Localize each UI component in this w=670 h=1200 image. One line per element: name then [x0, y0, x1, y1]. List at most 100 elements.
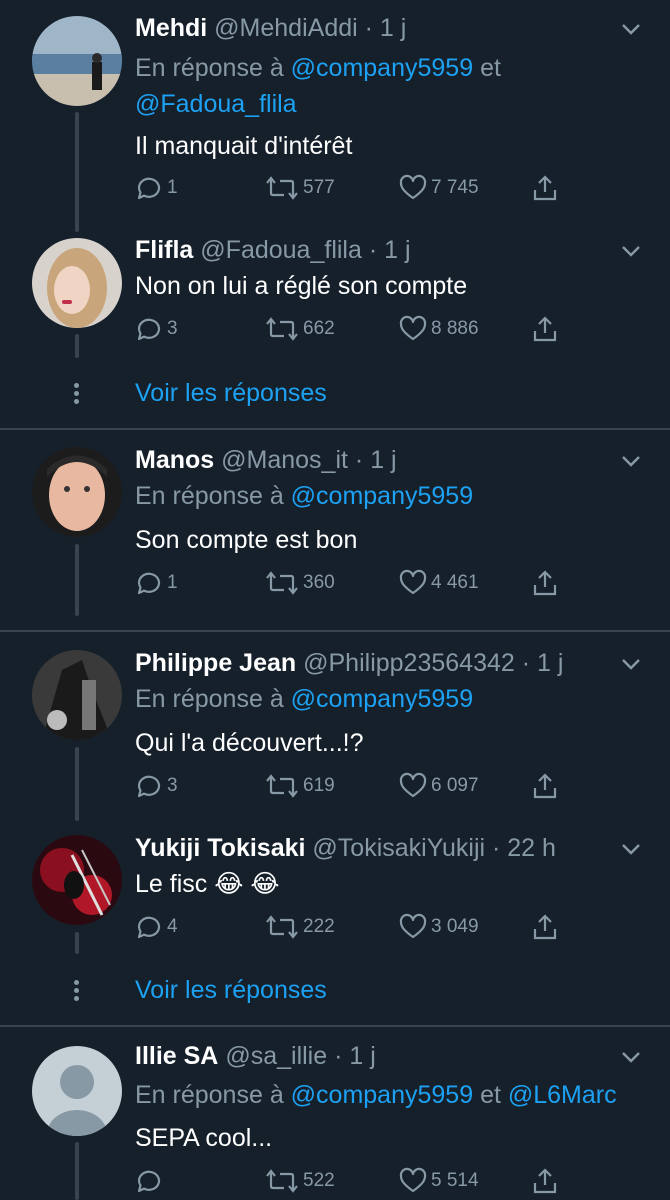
- display-name[interactable]: Manos: [135, 446, 214, 474]
- thread-line: [75, 334, 79, 358]
- chevron-down-icon[interactable]: [620, 18, 642, 40]
- reply-and: et: [480, 1081, 501, 1109]
- username[interactable]: @Manos_it: [221, 446, 348, 474]
- display-name[interactable]: Philippe Jean: [135, 649, 296, 677]
- mention-link[interactable]: @company5959: [291, 685, 473, 713]
- reply-button[interactable]: 1: [135, 173, 178, 203]
- share-button[interactable]: [531, 912, 559, 942]
- reply-prefix: En réponse à: [135, 54, 284, 82]
- retweet-button[interactable]: 522: [265, 1166, 335, 1196]
- tweet-actions: 1 577 7 745: [135, 173, 585, 203]
- like-button[interactable]: 7 745: [399, 173, 479, 203]
- like-icon: [399, 174, 427, 200]
- retweet-count: 222: [303, 916, 335, 937]
- like-button[interactable]: 5 514: [399, 1166, 479, 1196]
- avatar[interactable]: [32, 238, 122, 328]
- retweet-button[interactable]: 662: [265, 314, 335, 344]
- reply-icon: [137, 1170, 161, 1193]
- retweet-count: 522: [303, 1170, 335, 1191]
- like-count: 5 514: [431, 1170, 479, 1191]
- chevron-down-icon[interactable]: [620, 653, 642, 675]
- chevron-down-icon[interactable]: [620, 450, 642, 472]
- divider: [0, 1025, 670, 1027]
- username[interactable]: @TokisakiYukiji: [312, 834, 485, 862]
- share-button[interactable]: [531, 1166, 559, 1196]
- tweet-text: SEPA cool...: [135, 1124, 273, 1152]
- username[interactable]: @sa_illie: [225, 1042, 327, 1070]
- reply-icon: [137, 775, 161, 798]
- username[interactable]: @Fadoua_flila: [200, 236, 362, 264]
- see-replies-link[interactable]: Voir les réponses: [135, 972, 327, 1008]
- tweet-header: Yukiji Tokisaki @TokisakiYukiji · 22 h: [135, 834, 556, 862]
- tweet-header: Mehdi @MehdiAddi · 1 j: [135, 14, 407, 42]
- like-button[interactable]: 6 097: [399, 771, 479, 801]
- like-count: 7 745: [431, 177, 479, 198]
- username[interactable]: @Philipp23564342: [303, 649, 515, 677]
- mention-link[interactable]: @company5959: [291, 54, 473, 82]
- share-button[interactable]: [531, 173, 559, 203]
- reply-button[interactable]: 1: [135, 568, 178, 598]
- mention-link[interactable]: @company5959: [291, 482, 473, 510]
- chevron-down-icon[interactable]: [620, 1046, 642, 1068]
- timestamp[interactable]: 1 j: [384, 236, 410, 264]
- avatar[interactable]: [32, 447, 122, 537]
- like-count: 4 461: [431, 572, 479, 593]
- share-icon: [533, 914, 557, 940]
- tweet-actions: 4 222 3 049: [135, 912, 585, 942]
- like-button[interactable]: 8 886: [399, 314, 479, 344]
- username[interactable]: @MehdiAddi: [214, 14, 358, 42]
- tweet-actions: 3 662 8 886: [135, 314, 585, 344]
- display-name[interactable]: Flifla: [135, 236, 193, 264]
- timestamp[interactable]: 1 j: [380, 14, 406, 42]
- mention-link[interactable]: @Fadoua_flila: [135, 90, 297, 118]
- timestamp[interactable]: 1 j: [370, 446, 396, 474]
- reply-button[interactable]: 3: [135, 771, 178, 801]
- avatar[interactable]: [32, 835, 122, 925]
- retweet-count: 360: [303, 572, 335, 593]
- timestamp[interactable]: 1 j: [349, 1042, 375, 1070]
- reply-button[interactable]: 4: [135, 912, 178, 942]
- like-count: 8 886: [431, 318, 479, 339]
- display-name[interactable]: Yukiji Tokisaki: [135, 834, 305, 862]
- thread-line: [75, 112, 79, 232]
- reply-button[interactable]: [135, 1166, 167, 1196]
- chevron-down-icon[interactable]: [620, 240, 642, 262]
- reply-and: et: [480, 54, 501, 82]
- retweet-icon: [265, 915, 299, 939]
- retweet-icon: [265, 571, 299, 595]
- like-icon: [399, 772, 427, 798]
- display-name[interactable]: Illie SA: [135, 1042, 218, 1070]
- tweet-text: Non on lui a réglé son compte: [135, 272, 468, 300]
- retweet-button[interactable]: 222: [265, 912, 335, 942]
- avatar[interactable]: [32, 650, 122, 740]
- mention-link[interactable]: @L6Marc: [508, 1081, 617, 1109]
- like-icon: [399, 1167, 427, 1193]
- retweet-icon: [265, 317, 299, 341]
- display-name[interactable]: Mehdi: [135, 14, 207, 42]
- retweet-button[interactable]: 619: [265, 771, 335, 801]
- tweet-header: Manos @Manos_it · 1 j: [135, 446, 397, 474]
- retweet-icon: [265, 774, 299, 798]
- share-button[interactable]: [531, 568, 559, 598]
- avatar[interactable]: [32, 1046, 122, 1136]
- chevron-down-icon[interactable]: [620, 838, 642, 860]
- timestamp[interactable]: 22 h: [507, 834, 556, 862]
- timestamp[interactable]: 1 j: [537, 649, 563, 677]
- like-button[interactable]: 3 049: [399, 912, 479, 942]
- mention-link[interactable]: @company5959: [291, 1081, 473, 1109]
- see-replies-link[interactable]: Voir les réponses: [135, 375, 327, 411]
- retweet-button[interactable]: 577: [265, 173, 335, 203]
- tweet-actions: 1 360 4 461: [135, 568, 585, 598]
- retweet-button[interactable]: 360: [265, 568, 335, 598]
- tweet-header: Flifla @Fadoua_flila · 1 j: [135, 236, 411, 264]
- thread-line: [75, 932, 79, 954]
- share-button[interactable]: [531, 314, 559, 344]
- like-button[interactable]: 4 461: [399, 568, 479, 598]
- tweet-text: Qui l'a découvert...!?: [135, 729, 364, 757]
- avatar[interactable]: [32, 16, 122, 106]
- thread-line: [75, 544, 79, 616]
- reply-context: En réponse à @company5959 et @L6Marc: [135, 1077, 617, 1113]
- reply-button[interactable]: 3: [135, 314, 178, 344]
- share-button[interactable]: [531, 771, 559, 801]
- tweet-header: Philippe Jean @Philipp23564342 · 1 j: [135, 649, 564, 677]
